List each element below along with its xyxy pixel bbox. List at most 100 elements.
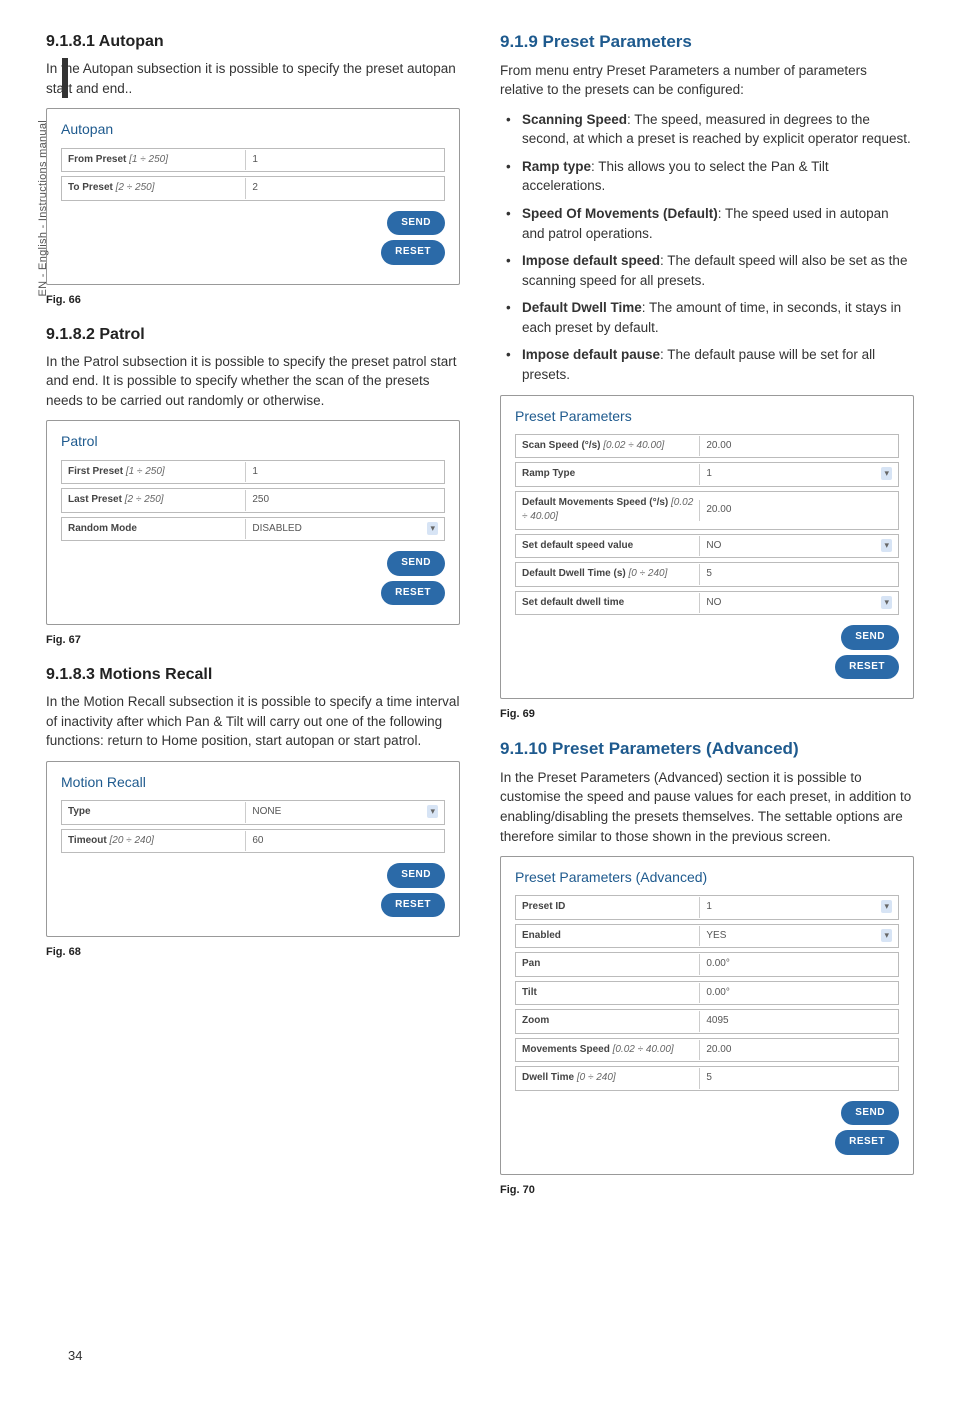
list-item: Impose default speed: The default speed … <box>506 251 914 290</box>
row-label: From Preset <box>68 154 126 165</box>
intro-patrol: In the Patrol subsection it is possible … <box>46 352 460 411</box>
heading-patrol: 9.1.8.2 Patrol <box>46 323 460 346</box>
list-item: Impose default pause: The default pause … <box>506 345 914 384</box>
row-label: Default Movements Speed (°/s) <box>522 497 668 508</box>
row-select[interactable]: YES <box>699 926 898 947</box>
send-button[interactable]: SEND <box>387 211 445 236</box>
heading-preset-params: 9.1.9 Preset Parameters <box>500 30 914 55</box>
fig-motion-recall: Motion Recall TypeNONE Timeout [20 ÷ 240… <box>46 761 460 937</box>
list-item: Ramp type: This allows you to select the… <box>506 157 914 196</box>
intro-autopan: In the Autopan subsection it is possible… <box>46 59 460 98</box>
row-label: Preset ID <box>522 901 565 912</box>
row-select[interactable]: NONE <box>245 802 444 823</box>
reset-button[interactable]: RESET <box>835 655 899 680</box>
list-item: Default Dwell Time: The amount of time, … <box>506 298 914 337</box>
form-row: From Preset [1 ÷ 250] 1 <box>61 148 445 173</box>
row-range: [2 ÷ 250] <box>125 494 164 505</box>
row-select[interactable]: NO <box>699 593 898 614</box>
row-select[interactable]: DISABLED <box>245 519 444 540</box>
fig-patrol: Patrol First Preset [1 ÷ 250] 1 Last Pres… <box>46 420 460 625</box>
row-label: Enabled <box>522 930 561 941</box>
list-item: Scanning Speed: The speed, measured in d… <box>506 110 914 149</box>
row-label: Ramp Type <box>522 468 575 479</box>
term: Speed Of Movements (Default) <box>522 206 718 221</box>
row-select[interactable]: 1 <box>699 897 898 918</box>
row-value: 0.00° <box>699 983 898 1004</box>
row-range: [1 ÷ 250] <box>126 466 165 477</box>
row-range: [1 ÷ 250] <box>129 154 168 165</box>
row-label: Set default dwell time <box>522 597 624 608</box>
heading-motions-recall: 9.1.8.3 Motions Recall <box>46 663 460 686</box>
row-label: Last Preset <box>68 494 122 505</box>
fig-preset-advanced: Preset Parameters (Advanced) Preset ID1 … <box>500 856 914 1175</box>
row-input[interactable]: 20.00 <box>699 1040 898 1061</box>
row-range: [2 ÷ 250] <box>116 182 155 193</box>
row-input[interactable]: 2 <box>245 178 444 199</box>
row-label: Type <box>68 806 91 817</box>
term: Impose default speed <box>522 253 660 268</box>
row-input[interactable]: 20.00 <box>699 500 898 521</box>
row-label: Pan <box>522 958 540 969</box>
page-number: 34 <box>68 1347 82 1366</box>
row-select[interactable]: NO <box>699 536 898 557</box>
reset-button[interactable]: RESET <box>835 1130 899 1155</box>
intro-motions-recall: In the Motion Recall subsection it is po… <box>46 692 460 751</box>
intro-preset-advanced: In the Preset Parameters (Advanced) sect… <box>500 768 914 846</box>
send-button[interactable]: SEND <box>387 863 445 888</box>
row-range: [0.02 ÷ 40.00] <box>603 440 664 451</box>
fig-title: Patrol <box>61 431 445 451</box>
reset-button[interactable]: RESET <box>381 893 445 918</box>
figure-caption: Fig. 66 <box>46 293 460 309</box>
term: Ramp type <box>522 159 591 174</box>
row-input[interactable]: 5 <box>699 1068 898 1089</box>
fig-title: Preset Parameters (Advanced) <box>515 867 899 887</box>
row-label: Dwell Time <box>522 1072 574 1083</box>
row-label: Scan Speed (°/s) <box>522 440 600 451</box>
row-input[interactable]: 60 <box>245 831 444 852</box>
row-input[interactable]: 5 <box>699 564 898 585</box>
left-column: 9.1.8.1 Autopan In the Autopan subsectio… <box>28 30 460 1213</box>
accent-bar <box>62 58 68 98</box>
figure-caption: Fig. 68 <box>46 945 460 961</box>
right-column: 9.1.9 Preset Parameters From menu entry … <box>500 30 914 1213</box>
fig-title: Autopan <box>61 119 445 139</box>
bullet-list: Scanning Speed: The speed, measured in d… <box>506 110 914 385</box>
send-button[interactable]: SEND <box>387 551 445 576</box>
figure-caption: Fig. 70 <box>500 1183 914 1199</box>
side-language-label: EN - English - Instructions manual <box>36 120 52 297</box>
heading-autopan: 9.1.8.1 Autopan <box>46 30 460 53</box>
heading-preset-advanced: 9.1.10 Preset Parameters (Advanced) <box>500 737 914 762</box>
term: Impose default pause <box>522 347 660 362</box>
row-label: Default Dwell Time (s) <box>522 568 626 579</box>
row-label: Timeout <box>68 835 107 846</box>
row-range: [0.02 ÷ 40.00] <box>613 1044 674 1055</box>
fig-preset-params: Preset Parameters Scan Speed (°/s) [0.02… <box>500 395 914 700</box>
row-label: Tilt <box>522 987 537 998</box>
row-input[interactable]: 250 <box>245 490 444 511</box>
form-row: To Preset [2 ÷ 250] 2 <box>61 176 445 201</box>
row-input[interactable]: 1 <box>245 150 444 171</box>
reset-button[interactable]: RESET <box>381 240 445 265</box>
row-label: Random Mode <box>68 523 137 534</box>
row-input[interactable]: 20.00 <box>699 436 898 457</box>
term: Default Dwell Time <box>522 300 642 315</box>
figure-caption: Fig. 67 <box>46 633 460 649</box>
row-label: Zoom <box>522 1015 549 1026</box>
row-value: 0.00° <box>699 954 898 975</box>
reset-button[interactable]: RESET <box>381 581 445 606</box>
term: Scanning Speed <box>522 112 627 127</box>
send-button[interactable]: SEND <box>841 625 899 650</box>
intro-preset-params: From menu entry Preset Parameters a numb… <box>500 61 914 100</box>
fig-title: Motion Recall <box>61 772 445 792</box>
row-input[interactable]: 1 <box>245 462 444 483</box>
row-label: First Preset <box>68 466 123 477</box>
row-range: [0 ÷ 240] <box>577 1072 616 1083</box>
row-range: [0 ÷ 240] <box>629 568 668 579</box>
fig-autopan: Autopan From Preset [1 ÷ 250] 1 To Prese… <box>46 108 460 284</box>
fig-title: Preset Parameters <box>515 406 899 426</box>
send-button[interactable]: SEND <box>841 1101 899 1126</box>
figure-caption: Fig. 69 <box>500 707 914 723</box>
row-value: 4095 <box>699 1011 898 1032</box>
list-item: Speed Of Movements (Default): The speed … <box>506 204 914 243</box>
row-select[interactable]: 1 <box>699 464 898 485</box>
